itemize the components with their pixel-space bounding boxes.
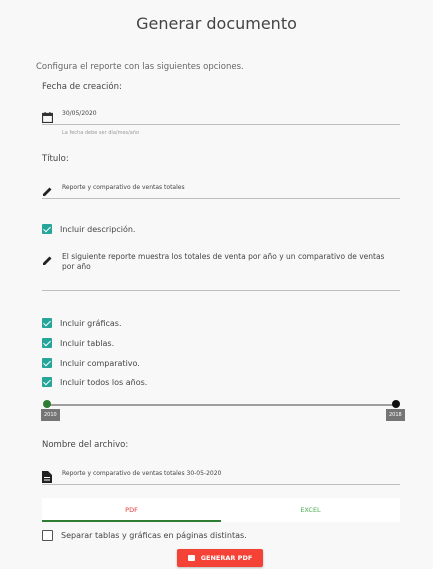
descripcion-field[interactable]: El siguiente reporte muestra los totales… [42, 250, 400, 291]
checkbox-checked[interactable] [42, 358, 52, 368]
tab-excel[interactable]: EXCEL [221, 498, 400, 522]
checkbox-incluir-descripcion[interactable]: Incluir descripción. [42, 224, 135, 234]
fecha-hint: La fecha debe ser día/mes/año [62, 130, 140, 136]
tab-pdf[interactable]: PDF [42, 498, 221, 522]
fecha-field[interactable]: 30/05/2020 [41, 108, 400, 125]
titulo-field[interactable]: Reporte y comparativo de ventas totales [42, 182, 400, 199]
archivo-label: Nombre del archivo: [42, 440, 129, 450]
year-range-slider[interactable] [46, 404, 396, 406]
checkbox-checked[interactable] [42, 377, 52, 387]
pencil-icon [42, 182, 54, 196]
archivo-field[interactable]: Reporte y comparativo de ventas totales … [42, 468, 400, 485]
fecha-label: Fecha de creación: [42, 82, 122, 92]
checkbox-separar[interactable]: Separar tablas y gráficas en páginas dis… [42, 530, 247, 541]
checkbox-checked[interactable] [42, 224, 52, 234]
descripcion-value[interactable]: El siguiente reporte muestra los totales… [62, 252, 392, 272]
dialog-subtitle: Configura el reporte con las siguientes … [36, 62, 244, 72]
generar-pdf-label: GENERAR PDF [200, 554, 253, 562]
checkbox-label: Separar tablas y gráficas en páginas dis… [61, 531, 247, 540]
checkbox-label: Incluir comparativo. [60, 358, 140, 368]
slider-thumb-end[interactable] [392, 400, 400, 408]
checkbox-incluir-todos-anos[interactable]: Incluir todos los años. [42, 377, 147, 387]
checkbox-incluir-tablas[interactable]: Incluir tablas. [42, 338, 114, 348]
format-tabs: PDF EXCEL [42, 498, 400, 522]
checkbox-incluir-graficas[interactable]: Incluir gráficas. [42, 318, 122, 328]
checkbox-label: Incluir todos los años. [60, 377, 148, 387]
generar-pdf-button[interactable]: GENERAR PDF [177, 549, 263, 567]
slider-max-tooltip: 2018 [386, 409, 405, 421]
checkbox-label: Incluir descripción. [60, 224, 136, 234]
pdf-icon [187, 555, 195, 561]
titulo-value[interactable]: Reporte y comparativo de ventas totales [62, 184, 185, 191]
checkbox-label: Incluir gráficas. [60, 318, 122, 328]
checkbox-checked[interactable] [42, 318, 52, 328]
checkbox-incluir-comparativo[interactable]: Incluir comparativo. [42, 358, 140, 368]
slider-min-tooltip: 2010 [41, 409, 60, 421]
pencil-icon [42, 251, 54, 265]
checkbox-label: Incluir tablas. [60, 338, 115, 348]
slider-thumb-start[interactable] [43, 400, 51, 408]
checkbox-checked[interactable] [42, 338, 52, 348]
checkbox-unchecked[interactable] [42, 530, 53, 541]
file-icon [42, 468, 54, 483]
titulo-label: Título: [42, 154, 69, 164]
generar-documento-dialog: Generar documento Configura el reporte c… [0, 0, 433, 569]
calendar-icon[interactable] [41, 108, 54, 124]
archivo-value[interactable]: Reporte y comparativo de ventas totales … [62, 470, 221, 477]
fecha-value[interactable]: 30/05/2020 [62, 110, 97, 117]
dialog-title: Generar documento [136, 14, 297, 33]
